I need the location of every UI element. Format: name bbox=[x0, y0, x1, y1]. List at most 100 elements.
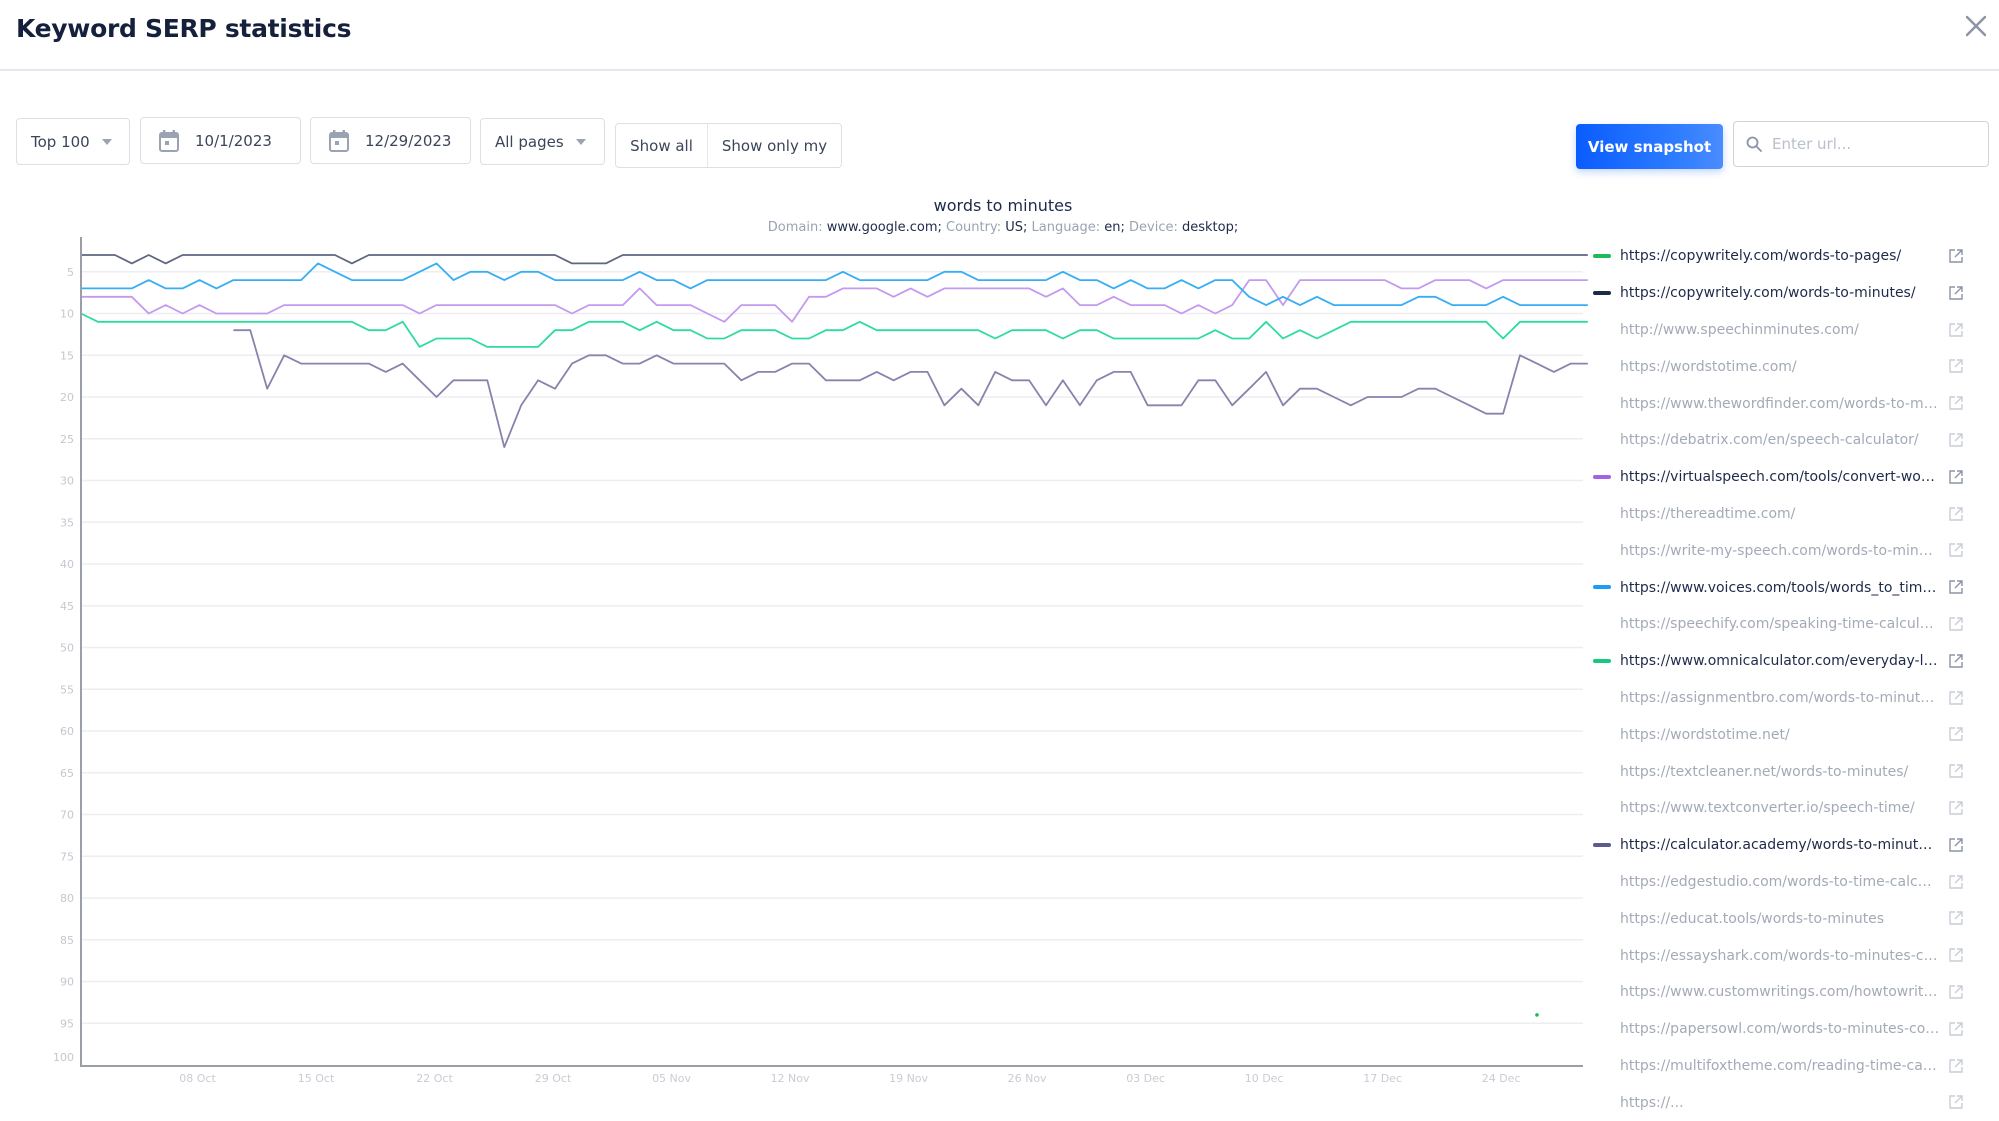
external-link-icon[interactable] bbox=[1948, 395, 1964, 415]
calendar-icon bbox=[329, 129, 349, 152]
legend-item[interactable]: https://wordstotime.com/ bbox=[1585, 348, 1999, 385]
external-link-icon[interactable] bbox=[1948, 1094, 1964, 1114]
y-tick-label: 35 bbox=[60, 516, 74, 529]
external-link-icon[interactable] bbox=[1948, 248, 1964, 268]
external-link-icon[interactable] bbox=[1948, 358, 1964, 378]
legend-item[interactable]: http://www.speechinminutes.com/ bbox=[1585, 312, 1999, 349]
pages-select[interactable]: All pages bbox=[480, 118, 605, 165]
show-filter-toggle: Show all Show only my bbox=[615, 123, 842, 168]
legend-item[interactable]: https://www.customwritings.com/howtowrit… bbox=[1585, 974, 1999, 1011]
external-link-icon[interactable] bbox=[1948, 1021, 1964, 1041]
legend-item[interactable]: https://write-my-speech.com/words-to-min… bbox=[1585, 532, 1999, 569]
legend-url-label: https://copywritely.com/words-to-minutes… bbox=[1620, 285, 1916, 302]
external-link-icon[interactable] bbox=[1948, 506, 1964, 526]
close-button[interactable] bbox=[1962, 12, 1990, 40]
y-tick-label: 5 bbox=[67, 266, 74, 279]
y-tick-label: 70 bbox=[60, 809, 74, 822]
view-snapshot-button[interactable]: View snapshot bbox=[1576, 124, 1723, 169]
legend-item[interactable]: https://multifoxtheme.com/reading-time-c… bbox=[1585, 1048, 1999, 1085]
modal-title: Keyword SERP statistics bbox=[16, 14, 352, 43]
y-tick-label: 95 bbox=[60, 1017, 74, 1030]
x-axis-ticks: 08 Oct 15 Oct 22 Oct 29 Oct 05 Nov 12 Nov 19 N… bbox=[179, 1072, 1520, 1085]
series-line-copywritely-com-words-to-minutes[interactable] bbox=[81, 254, 1588, 265]
legend-swatch bbox=[1593, 585, 1611, 590]
url-search-input[interactable] bbox=[1772, 135, 1972, 153]
legend-item[interactable]: https://copywritely.com/words-to-pages/ bbox=[1585, 238, 1999, 275]
x-tick-label: 29 Oct bbox=[535, 1072, 572, 1085]
date-from-picker[interactable]: 10/1/2023 bbox=[140, 117, 301, 164]
legend-item[interactable]: https://thereadtime.com/ bbox=[1585, 496, 1999, 533]
series-point-copywritely-com-words-to-pages[interactable] bbox=[1535, 1013, 1539, 1017]
legend-item[interactable]: https://... bbox=[1585, 1084, 1999, 1121]
series-line-calculator-academy-words-to-minutes[interactable] bbox=[233, 329, 1588, 449]
external-link-icon[interactable] bbox=[1948, 874, 1964, 894]
legend-url-label: https://www.customwritings.com/howtowrit… bbox=[1620, 984, 1940, 1001]
legend-url-label: https://www.textconverter.io/speech-time… bbox=[1620, 800, 1915, 817]
external-link-icon[interactable] bbox=[1948, 726, 1964, 746]
x-tick-label: 03 Dec bbox=[1126, 1072, 1165, 1085]
legend-url-label: https://... bbox=[1620, 1094, 1684, 1111]
external-link-icon[interactable] bbox=[1948, 579, 1964, 599]
legend-item[interactable]: https://www.omnicalculator.com/everyday-… bbox=[1585, 643, 1999, 680]
y-tick-label: 75 bbox=[60, 850, 74, 863]
date-to-picker[interactable]: 12/29/2023 bbox=[310, 117, 471, 164]
external-link-icon[interactable] bbox=[1948, 800, 1964, 820]
legend-url-label: https://wordstotime.com/ bbox=[1620, 358, 1797, 375]
legend-item[interactable]: https://papersowl.com/words-to-minutes-c… bbox=[1585, 1011, 1999, 1048]
external-link-icon[interactable] bbox=[1948, 763, 1964, 783]
external-link-icon[interactable] bbox=[1948, 947, 1964, 967]
legend-url-label: http://www.speechinminutes.com/ bbox=[1620, 321, 1859, 338]
y-tick-label: 25 bbox=[60, 433, 74, 446]
series-line-www-voices-com-tools-words-to-time[interactable] bbox=[81, 262, 1588, 306]
legend-url-label: https://papersowl.com/words-to-minutes-c… bbox=[1620, 1021, 1940, 1038]
legend-item[interactable]: https://edgestudio.com/words-to-time-cal… bbox=[1585, 864, 1999, 901]
y-tick-label: 60 bbox=[60, 725, 74, 738]
legend-url-label: https://debatrix.com/en/speech-calculato… bbox=[1620, 432, 1919, 449]
legend-url-label: https://speechify.com/speaking-time-calc… bbox=[1620, 616, 1940, 633]
x-tick-label: 22 Oct bbox=[416, 1072, 453, 1085]
legend-item[interactable]: https://educat.tools/words-to-minutes bbox=[1585, 900, 1999, 937]
legend-item[interactable]: https://debatrix.com/en/speech-calculato… bbox=[1585, 422, 1999, 459]
chart-grid bbox=[81, 271, 1583, 1024]
y-tick-label: 55 bbox=[60, 683, 74, 696]
external-link-icon[interactable] bbox=[1948, 837, 1964, 857]
external-link-icon[interactable] bbox=[1948, 984, 1964, 1004]
legend-item[interactable]: https://www.voices.com/tools/words_to_ti… bbox=[1585, 569, 1999, 606]
show-all-button[interactable]: Show all bbox=[616, 124, 708, 167]
legend-item[interactable]: https://virtualspeech.com/tools/convert-… bbox=[1585, 459, 1999, 496]
legend-item[interactable]: https://calculator.academy/words-to-minu… bbox=[1585, 827, 1999, 864]
external-link-icon[interactable] bbox=[1948, 616, 1964, 636]
top-select[interactable]: Top 100 bbox=[16, 118, 130, 165]
legend-swatch bbox=[1593, 842, 1611, 847]
legend-swatch bbox=[1593, 290, 1611, 295]
legend-item[interactable]: https://speechify.com/speaking-time-calc… bbox=[1585, 606, 1999, 643]
legend-url-label: https://educat.tools/words-to-minutes bbox=[1620, 910, 1885, 927]
external-link-icon[interactable] bbox=[1948, 542, 1964, 562]
external-link-icon[interactable] bbox=[1948, 432, 1964, 452]
external-link-icon[interactable] bbox=[1948, 1058, 1964, 1078]
url-search-field[interactable] bbox=[1733, 121, 1989, 167]
x-tick-label: 10 Dec bbox=[1245, 1072, 1284, 1085]
calendar-icon bbox=[159, 129, 179, 152]
legend-item[interactable]: https://www.thewordfinder.com/words-to-m… bbox=[1585, 385, 1999, 422]
legend-item[interactable]: https://essayshark.com/words-to-minutes-… bbox=[1585, 937, 1999, 974]
rank-line-chart: 5 10 15 20 25 30 35 40 45 50 55 60 65 70 75 80 85 90 95 100… bbox=[53, 237, 1588, 1085]
legend-swatch bbox=[1593, 474, 1611, 479]
show-only-my-button[interactable]: Show only my bbox=[708, 124, 841, 167]
external-link-icon[interactable] bbox=[1948, 910, 1964, 930]
external-link-icon[interactable] bbox=[1948, 653, 1964, 673]
legend-item[interactable]: https://copywritely.com/words-to-minutes… bbox=[1585, 275, 1999, 312]
external-link-icon[interactable] bbox=[1948, 690, 1964, 710]
x-tick-label: 15 Oct bbox=[298, 1072, 335, 1085]
legend-item[interactable]: https://textcleaner.net/words-to-minutes… bbox=[1585, 753, 1999, 790]
series-line-www-omnicalculator-com-everyday-lif[interactable] bbox=[80, 312, 1588, 348]
legend-url-label: https://www.thewordfinder.com/words-to-m… bbox=[1620, 395, 1940, 412]
series-line-virtualspeech-com-tools-convert-word[interactable] bbox=[81, 279, 1588, 323]
external-link-icon[interactable] bbox=[1948, 469, 1964, 489]
legend-url-label: https://write-my-speech.com/words-to-min… bbox=[1620, 542, 1940, 559]
external-link-icon[interactable] bbox=[1948, 322, 1964, 342]
external-link-icon[interactable] bbox=[1948, 285, 1964, 305]
legend-item[interactable]: https://assignmentbro.com/words-to-minut… bbox=[1585, 680, 1999, 717]
legend-item[interactable]: https://wordstotime.net/ bbox=[1585, 716, 1999, 753]
legend-item[interactable]: https://www.textconverter.io/speech-time… bbox=[1585, 790, 1999, 827]
